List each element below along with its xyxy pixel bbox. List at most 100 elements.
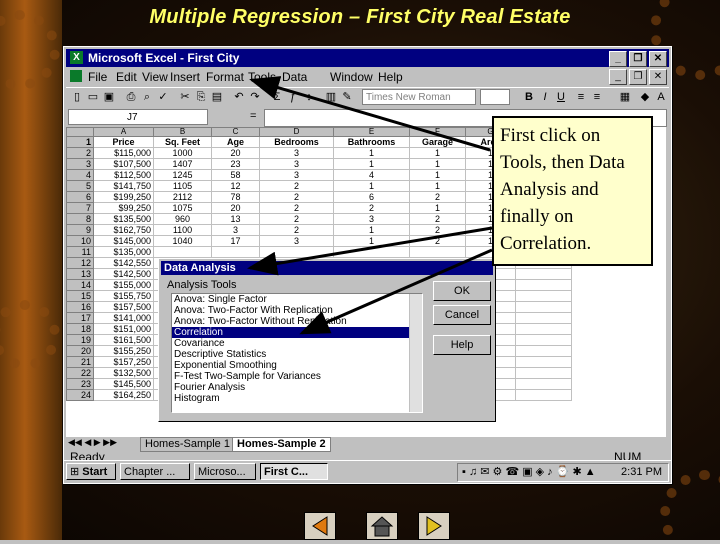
redo-icon[interactable]: ↷: [248, 90, 262, 104]
paste-icon[interactable]: ▤: [210, 90, 224, 104]
center-icon[interactable]: ≡: [590, 90, 604, 104]
tray-icons[interactable]: ▪ ♫ ✉ ⚙ ☎ ▣ ◈ ♪ ⌚ ✱ ▲: [462, 464, 596, 481]
row-header[interactable]: 3: [66, 158, 94, 170]
function-icon[interactable]: ƒ: [286, 90, 300, 104]
table-cell[interactable]: $142,500: [93, 268, 154, 280]
table-cell[interactable]: [515, 279, 572, 291]
row-header[interactable]: 17: [66, 312, 94, 324]
table-cell[interactable]: [211, 246, 260, 258]
table-cell[interactable]: 2: [409, 191, 466, 203]
table-cell[interactable]: 78: [211, 191, 260, 203]
table-cell[interactable]: 2112: [153, 191, 212, 203]
table-cell[interactable]: 1100: [153, 224, 212, 236]
table-cell[interactable]: 2: [409, 235, 466, 247]
table-cell[interactable]: $107,500: [93, 158, 154, 170]
table-cell[interactable]: 1: [333, 235, 410, 247]
table-cell[interactable]: [515, 356, 572, 368]
table-cell[interactable]: [515, 389, 572, 401]
start-button[interactable]: ⊞ Start: [66, 463, 116, 480]
row-header[interactable]: 11: [66, 246, 94, 258]
list-item[interactable]: Covariance: [172, 338, 422, 349]
table-cell[interactable]: 2: [259, 213, 334, 225]
table-cell[interactable]: 23: [211, 158, 260, 170]
taskbar-first-city[interactable]: First C...: [260, 463, 328, 480]
table-cell[interactable]: [515, 378, 572, 390]
font-size-box[interactable]: [480, 89, 510, 105]
row-header[interactable]: 23: [66, 378, 94, 390]
table-cell[interactable]: 3: [259, 169, 334, 181]
row-header[interactable]: 13: [66, 268, 94, 280]
table-cell[interactable]: 2: [259, 180, 334, 192]
table-cell[interactable]: $161,500: [93, 334, 154, 346]
table-cell[interactable]: 2: [259, 191, 334, 203]
row-header[interactable]: 12: [66, 257, 94, 269]
table-cell[interactable]: $115,000: [93, 147, 154, 159]
tab-homes-sample-2[interactable]: Homes-Sample 2: [232, 437, 331, 452]
save-icon[interactable]: ▣: [102, 90, 116, 104]
doc-restore-button[interactable]: ❐: [629, 69, 647, 85]
column-header[interactable]: A: [93, 127, 154, 137]
table-cell[interactable]: 2: [259, 202, 334, 214]
table-cell[interactable]: [515, 334, 572, 346]
column-header[interactable]: E: [333, 127, 410, 137]
menu-help[interactable]: Help: [378, 70, 403, 84]
preview-icon[interactable]: ⌕: [140, 90, 154, 104]
spelling-icon[interactable]: ✓: [156, 90, 170, 104]
list-item[interactable]: Anova: Two-Factor With Replication: [172, 305, 422, 316]
table-cell[interactable]: [515, 345, 572, 357]
list-item[interactable]: Descriptive Statistics: [172, 349, 422, 360]
previous-slide-button[interactable]: [304, 512, 336, 540]
menu-edit[interactable]: Edit: [116, 70, 137, 84]
table-cell[interactable]: $135,000: [93, 246, 154, 258]
table-cell[interactable]: 1040: [153, 235, 212, 247]
row-header[interactable]: 6: [66, 191, 94, 203]
table-cell[interactable]: [259, 246, 334, 258]
chart-icon[interactable]: ▥: [324, 90, 338, 104]
tab-scroll-buttons[interactable]: ◀◀ ◀ ▶ ▶▶: [68, 437, 117, 448]
list-item-selected[interactable]: Correlation: [172, 327, 422, 338]
table-cell[interactable]: $151,000: [93, 323, 154, 335]
dialog-title[interactable]: Data Analysis: [161, 261, 493, 275]
tab-homes-sample-1[interactable]: Homes-Sample 1: [140, 437, 235, 452]
table-cell[interactable]: $141,000: [93, 312, 154, 324]
row-header[interactable]: 16: [66, 301, 94, 313]
list-item[interactable]: Fourier Analysis: [172, 382, 422, 393]
row-header[interactable]: 15: [66, 290, 94, 302]
table-cell[interactable]: 1: [409, 180, 466, 192]
table-cell[interactable]: 1: [333, 180, 410, 192]
fill-color-icon[interactable]: ◆: [638, 90, 652, 104]
table-cell[interactable]: 3: [211, 224, 260, 236]
table-cell[interactable]: 12: [211, 180, 260, 192]
restore-button[interactable]: ❐: [629, 51, 647, 67]
underline-icon[interactable]: U: [554, 90, 568, 104]
row-header[interactable]: 24: [66, 389, 94, 401]
table-cell[interactable]: 20: [211, 147, 260, 159]
menu-format[interactable]: Format: [206, 70, 244, 84]
doc-close-button[interactable]: ✕: [649, 69, 667, 85]
table-cell[interactable]: 6: [333, 191, 410, 203]
name-box[interactable]: J7: [68, 109, 208, 125]
cut-icon[interactable]: ✂: [178, 90, 192, 104]
open-icon[interactable]: ▭: [86, 90, 100, 104]
select-all-corner[interactable]: [66, 127, 94, 137]
table-cell[interactable]: $145,500: [93, 378, 154, 390]
list-scrollbar[interactable]: [409, 294, 422, 412]
table-cell[interactable]: 3: [333, 213, 410, 225]
analysis-tools-list[interactable]: Anova: Single Factor Anova: Two-Factor Wi…: [171, 293, 423, 413]
table-cell[interactable]: 1105: [153, 180, 212, 192]
list-item[interactable]: Exponential Smoothing: [172, 360, 422, 371]
help-button[interactable]: Help: [433, 335, 491, 355]
font-color-icon[interactable]: A: [654, 90, 668, 104]
table-cell[interactable]: 4: [333, 169, 410, 181]
row-header[interactable]: 9: [66, 224, 94, 236]
list-item[interactable]: Anova: Two-Factor Without Replication: [172, 316, 422, 327]
table-cell[interactable]: [515, 301, 572, 313]
home-button[interactable]: [366, 512, 398, 540]
drawing-icon[interactable]: ✎: [340, 90, 354, 104]
header-cell[interactable]: Bedrooms: [259, 136, 334, 148]
sort-icon[interactable]: ↕: [302, 90, 316, 104]
table-cell[interactable]: $99,250: [93, 202, 154, 214]
table-cell[interactable]: 3: [259, 235, 334, 247]
table-cell[interactable]: [515, 290, 572, 302]
table-cell[interactable]: $155,750: [93, 290, 154, 302]
